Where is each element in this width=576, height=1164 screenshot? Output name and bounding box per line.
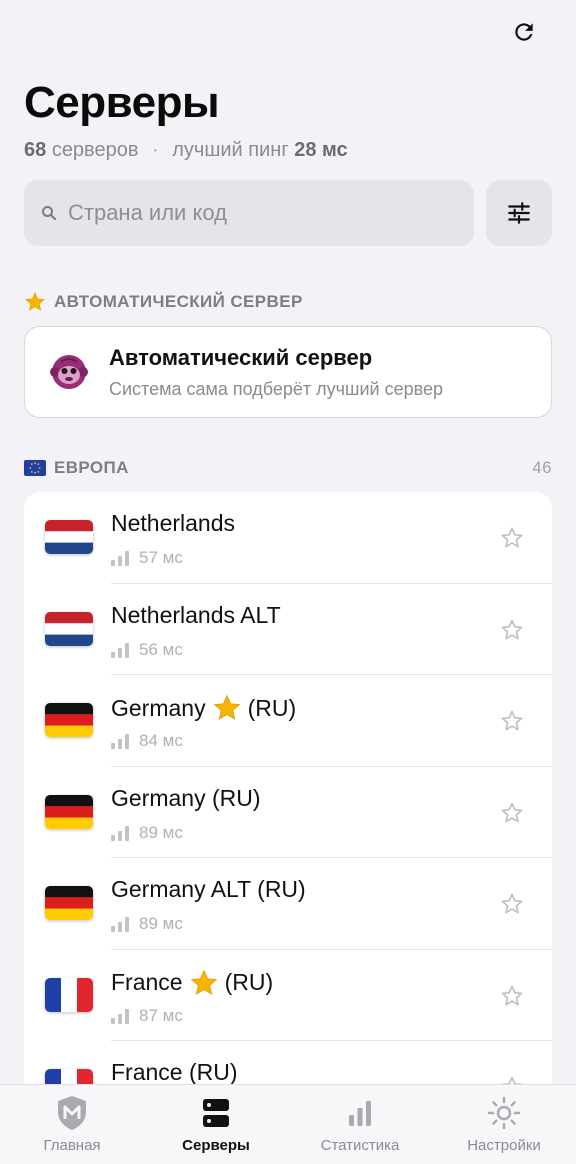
netherlands-flag-icon [45, 611, 93, 646]
germany-flag-icon [45, 886, 93, 920]
tab-servers[interactable]: Серверы [144, 1085, 288, 1164]
search-icon [42, 206, 57, 221]
featured-star-icon [189, 968, 219, 998]
shield-icon [58, 1096, 86, 1130]
auto-section-title: АВТОМАТИЧЕСКИЙ СЕРВЕР [54, 292, 303, 311]
tab-label: Серверы [182, 1137, 250, 1154]
signal-bars-icon [111, 825, 131, 841]
europe-section-title: ЕВРОПА [54, 458, 129, 477]
signal-bars-icon [111, 642, 131, 658]
tab-settings[interactable]: Настройки [432, 1085, 576, 1164]
auto-card-text: Автоматический сервер Система сама подбе… [109, 345, 443, 400]
tab-label: Статистика [320, 1137, 400, 1154]
favorite-star-icon[interactable] [500, 892, 524, 916]
search-box[interactable] [24, 180, 474, 246]
server-ping: 57 мс [111, 548, 183, 568]
europe-section-header: ЕВРОПА 46 [24, 458, 552, 478]
server-name: France (RU) [111, 968, 273, 998]
server-row-germany-ru[interactable]: Germany (RU) 89 мс [24, 767, 552, 858]
server-row-netherlands-alt[interactable]: Netherlands ALT 56 мс [24, 584, 552, 675]
tab-label: Настройки [467, 1137, 541, 1154]
page-title: Серверы [24, 78, 220, 127]
server-name: Germany (RU) [111, 693, 296, 723]
server-row-germany-featured[interactable]: Germany (RU) 84 мс [24, 675, 552, 767]
server-row-germany-alt-ru[interactable]: Germany ALT (RU) 89 мс [24, 858, 552, 950]
best-ping-value: 28 мс [294, 139, 348, 161]
favorite-star-icon[interactable] [500, 801, 524, 825]
auto-card-subtitle: Система сама подберёт лучший сервер [109, 378, 443, 399]
signal-bars-icon [111, 733, 131, 749]
server-name: Germany ALT (RU) [111, 876, 306, 902]
server-ping: 89 мс [111, 823, 183, 843]
tab-statistics[interactable]: Статистика [288, 1085, 432, 1164]
signal-bars-icon [111, 916, 131, 932]
server-count: 68 [24, 139, 47, 161]
server-ping: 87 мс [111, 1006, 183, 1026]
refresh-icon [515, 23, 533, 41]
server-list: Netherlands 57 мс Netherlands ALT 56 мс … [24, 492, 552, 1112]
auto-card-title: Автоматический сервер [109, 344, 373, 370]
server-name: Netherlands ALT [111, 601, 281, 628]
server-count-label: серверов [51, 139, 139, 161]
auto-server-card[interactable]: Автоматический сервер Система сама подбе… [24, 326, 552, 418]
featured-star-icon [212, 693, 242, 723]
server-row-netherlands[interactable]: Netherlands 57 мс [24, 492, 552, 584]
tab-home[interactable]: Главная [0, 1085, 144, 1164]
europe-server-count: 46 [532, 458, 552, 477]
france-flag-icon [45, 977, 93, 1012]
netherlands-flag-icon [45, 520, 93, 554]
search-input[interactable] [68, 200, 448, 226]
favorite-star-icon[interactable] [500, 709, 524, 733]
server-ping: 56 мс [111, 640, 183, 660]
signal-bars-icon [111, 1008, 131, 1024]
signal-bars-icon [111, 550, 131, 566]
filter-sliders-icon [508, 202, 530, 224]
server-ping: 89 мс [111, 914, 183, 934]
server-ping: 84 мс [111, 731, 183, 751]
germany-flag-icon [45, 703, 93, 737]
server-name: France (RU) [111, 1059, 238, 1085]
favorite-star-icon[interactable] [500, 618, 524, 642]
stats-icon [349, 1101, 371, 1126]
monkey-avatar-icon [50, 355, 88, 389]
page-subtitle: 68 серверов · лучший пинг 28 мс [24, 139, 348, 162]
favorite-star-icon[interactable] [500, 526, 524, 550]
germany-flag-icon [45, 794, 93, 829]
filter-button[interactable] [486, 180, 552, 246]
eu-flag-icon [24, 460, 46, 476]
servers-icon [203, 1099, 229, 1127]
bottom-tab-bar: Главная Серверы Статистика Настройки [0, 1084, 576, 1164]
server-name: Germany (RU) [111, 784, 261, 811]
server-name: Netherlands [111, 510, 236, 536]
refresh-button[interactable] [508, 16, 540, 48]
star-icon [24, 291, 46, 313]
tab-label: Главная [43, 1137, 101, 1154]
auto-section-header: АВТОМАТИЧЕСКИЙ СЕРВЕР [24, 291, 552, 313]
best-ping-label: лучший пинг [172, 139, 289, 161]
settings-icon [487, 1096, 521, 1130]
favorite-star-icon[interactable] [500, 984, 524, 1008]
subtitle-separator: · [152, 139, 159, 161]
server-row-france-featured[interactable]: France (RU) 87 мс [24, 950, 552, 1041]
